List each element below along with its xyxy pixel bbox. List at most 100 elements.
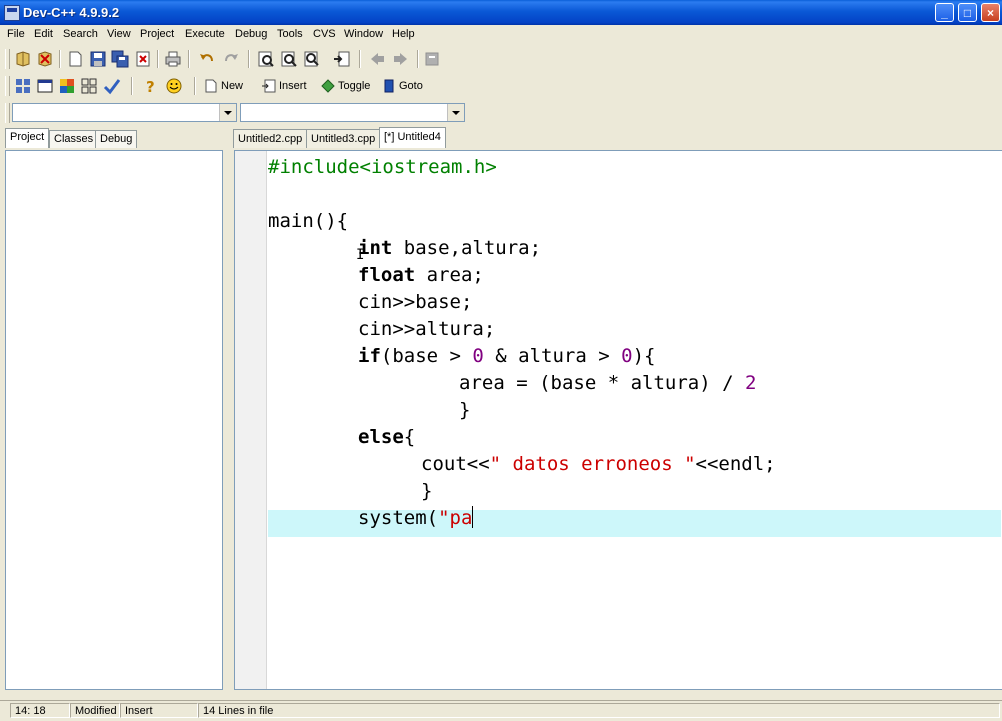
new-button-label: New xyxy=(221,80,244,92)
insert-button-label: Insert xyxy=(279,80,307,92)
code-line[interactable]: float area; xyxy=(358,262,484,289)
main-toolbar xyxy=(0,46,1002,72)
menu-project[interactable]: Project xyxy=(140,28,174,40)
goto-button-label: Goto xyxy=(399,80,423,92)
save-icon[interactable] xyxy=(89,50,107,68)
tab-project[interactable]: Project xyxy=(5,128,50,148)
code-editor[interactable]: #include<iostream.h> main(){ int base,al… xyxy=(234,150,1002,690)
help-icon[interactable]: ? xyxy=(141,77,159,95)
maximize-button[interactable]: □ xyxy=(958,3,977,22)
find-icon[interactable] xyxy=(257,50,275,68)
tab-debug[interactable]: Debug xyxy=(95,130,138,148)
editor-gutter[interactable] xyxy=(235,151,267,689)
tab-untitled3[interactable]: Untitled3.cpp xyxy=(306,129,381,148)
toolbar-separator xyxy=(131,77,133,95)
chevron-down-icon[interactable] xyxy=(219,104,236,121)
redo-icon[interactable] xyxy=(222,50,240,68)
code-line[interactable]: main(){ xyxy=(268,208,348,235)
menu-tools[interactable]: Tools xyxy=(277,28,303,40)
minimize-button[interactable]: _ xyxy=(935,3,954,22)
save-all-icon[interactable] xyxy=(111,50,129,68)
toggle-button-label: Toggle xyxy=(338,80,371,92)
toolbar-separator xyxy=(194,77,196,95)
open-project-icon[interactable] xyxy=(14,50,32,68)
find-next-icon[interactable] xyxy=(303,50,321,68)
code-line[interactable]: } xyxy=(421,478,432,505)
string-literal: "pa xyxy=(438,507,473,529)
menu-file[interactable]: File xyxy=(7,28,25,40)
code-line[interactable]: int base,altura; xyxy=(358,235,541,262)
code-text: area = (base * altura) / xyxy=(459,372,745,394)
menu-window[interactable]: Window xyxy=(344,28,383,40)
toolbar-grip[interactable] xyxy=(5,76,10,96)
rebuild-all-icon[interactable] xyxy=(80,77,98,95)
menu-cvs[interactable]: CVS xyxy=(313,28,336,40)
text-caret xyxy=(472,506,474,528)
menu-search[interactable]: Search xyxy=(63,28,98,40)
replace-icon[interactable] xyxy=(280,50,298,68)
member-select[interactable] xyxy=(240,103,465,122)
check-syntax-icon[interactable] xyxy=(103,77,121,95)
back-icon xyxy=(368,50,386,68)
project-tree-panel[interactable] xyxy=(5,150,223,690)
code-text: (base > xyxy=(380,345,473,367)
code-text: cout<< xyxy=(421,453,490,475)
insert-button[interactable]: Insert xyxy=(262,76,307,96)
print-icon[interactable] xyxy=(164,50,182,68)
code-text: & altura > xyxy=(483,345,622,367)
code-line[interactable]: if(base > 0 & altura > 0){ xyxy=(358,343,655,370)
tab-classes[interactable]: Classes xyxy=(49,130,99,148)
number-literal: 2 xyxy=(744,372,757,394)
new-file-icon[interactable] xyxy=(66,50,84,68)
modified-status: Modified xyxy=(70,703,120,718)
line-count-status: 14 Lines in file xyxy=(198,703,1000,718)
code-line[interactable]: } xyxy=(459,397,470,424)
code-text: base,altura; xyxy=(392,237,542,259)
forward-icon xyxy=(392,50,410,68)
number-literal: 0 xyxy=(472,345,484,367)
new-button[interactable]: New xyxy=(204,76,243,96)
toolbar-grip[interactable] xyxy=(5,103,10,123)
about-icon[interactable] xyxy=(165,77,183,95)
class-select[interactable] xyxy=(12,103,237,122)
run-icon[interactable] xyxy=(36,77,54,95)
chevron-down-icon[interactable] xyxy=(447,104,464,121)
goto-button[interactable]: Goto xyxy=(382,76,423,96)
cursor-position: 14: 18 xyxy=(10,703,70,718)
toolbar-separator xyxy=(417,50,419,68)
menu-execute[interactable]: Execute xyxy=(185,28,225,40)
number-literal: 0 xyxy=(621,345,633,367)
status-bar: 14: 18 Modified Insert 14 Lines in file xyxy=(0,700,1002,721)
code-line[interactable]: area = (base * altura) / 2 xyxy=(459,370,756,397)
compile-run-icon[interactable] xyxy=(58,77,76,95)
toolbar-grip[interactable] xyxy=(5,49,10,69)
toolbar-separator xyxy=(157,50,159,68)
toggle-button[interactable]: Toggle xyxy=(321,76,370,96)
close-button[interactable]: × xyxy=(981,3,1000,22)
tab-untitled2[interactable]: Untitled2.cpp xyxy=(233,129,308,148)
menu-view[interactable]: View xyxy=(107,28,131,40)
goto-bookmark-icon xyxy=(382,79,396,93)
menu-help[interactable]: Help xyxy=(392,28,415,40)
code-line[interactable]: cin>>altura; xyxy=(358,316,495,343)
new-page-icon xyxy=(204,79,218,93)
code-line[interactable]: else{ xyxy=(358,424,415,451)
tab-untitled4[interactable]: [*] Untitled4 xyxy=(379,127,446,148)
menu-debug[interactable]: Debug xyxy=(235,28,267,40)
undo-icon[interactable] xyxy=(198,50,216,68)
panel-splitter[interactable] xyxy=(226,130,232,692)
compile-icon[interactable] xyxy=(14,77,32,95)
close-file-icon[interactable] xyxy=(134,50,152,68)
menu-edit[interactable]: Edit xyxy=(34,28,53,40)
toolbar-separator xyxy=(359,50,361,68)
code-line[interactable]: cout<<" datos erroneos "<<endl; xyxy=(421,451,776,478)
code-line[interactable]: #include<iostream.h> xyxy=(268,154,497,181)
code-line[interactable]: system("pa xyxy=(358,505,474,532)
secondary-toolbar: ? New Insert Toggle Goto xyxy=(0,73,1002,99)
ibeam-cursor-icon: I xyxy=(356,247,365,263)
devcpp-app-icon[interactable] xyxy=(4,5,20,21)
goto-line-icon[interactable] xyxy=(333,50,351,68)
svg-text:?: ? xyxy=(146,78,155,95)
code-line[interactable]: cin>>base; xyxy=(358,289,472,316)
close-project-icon[interactable] xyxy=(36,50,54,68)
